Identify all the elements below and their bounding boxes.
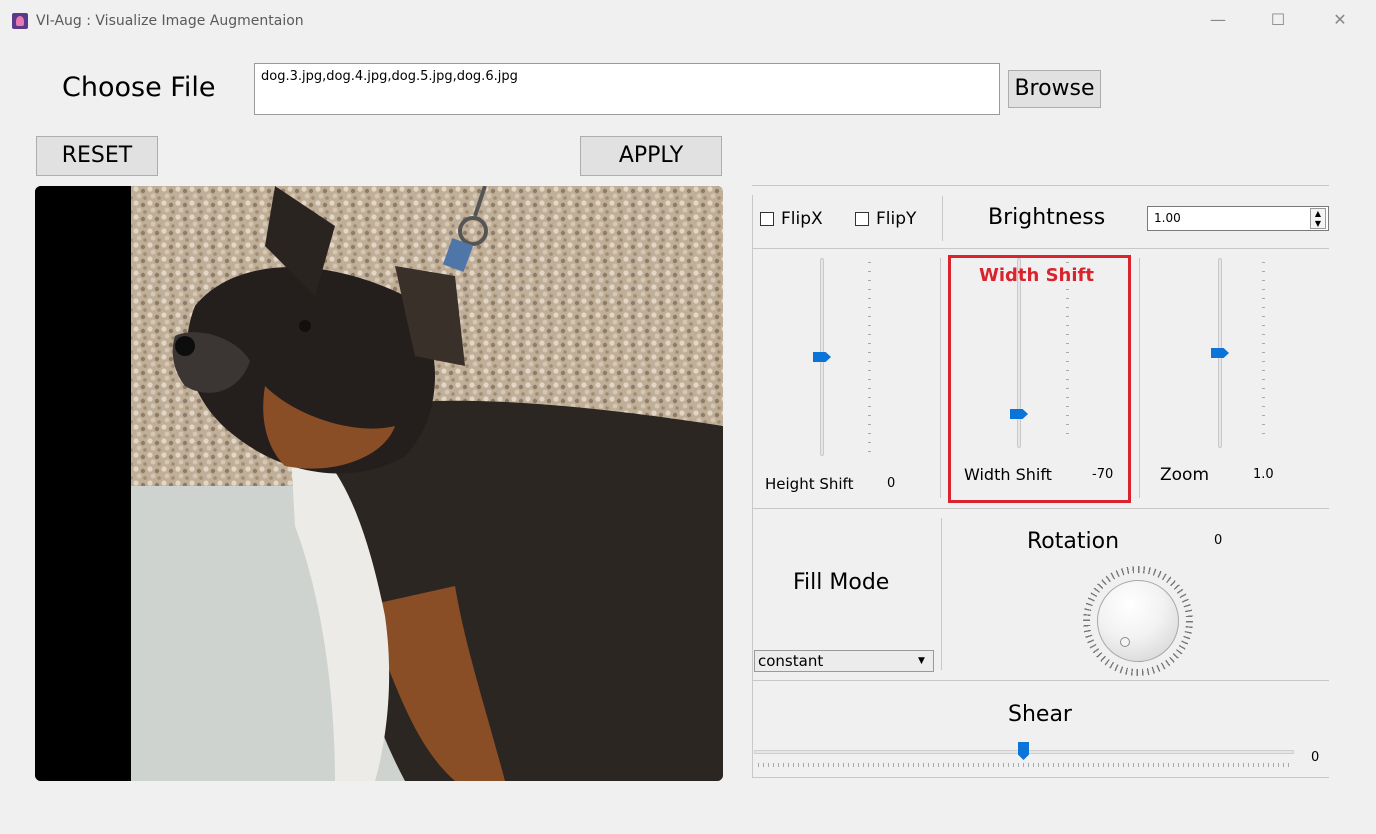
spin-arrows-icon[interactable]: ▲ ▼	[1310, 208, 1326, 229]
flipy-label: FlipY	[876, 209, 917, 229]
file-path-input[interactable]: dog.3.jpg,dog.4.jpg,dog.5.jpg,dog.6.jpg	[254, 63, 1000, 115]
brightness-spinbox[interactable]: 1.00	[1147, 206, 1329, 231]
apply-button[interactable]: APPLY	[580, 136, 722, 176]
height-shift-label: Height Shift	[765, 475, 854, 493]
panel-divider-top	[752, 185, 1329, 186]
width-shift-highlight-label: Width Shift	[979, 265, 1094, 286]
window-title: VI-Aug : Visualize Image Augmentaion	[36, 13, 304, 29]
shear-value: 0	[1311, 750, 1320, 765]
maximize-button[interactable]: ☐	[1268, 10, 1288, 30]
fill-mode-select[interactable]: constant	[754, 650, 934, 672]
flipx-checkbox[interactable]	[760, 212, 774, 226]
zoom-label: Zoom	[1160, 465, 1210, 485]
panel-divider	[940, 258, 941, 498]
rotation-dial-indicator	[1120, 637, 1130, 647]
flipx-label: FlipX	[781, 209, 823, 229]
minimize-button[interactable]: —	[1208, 10, 1228, 30]
shear-handle[interactable]	[1018, 742, 1029, 760]
reset-button[interactable]: RESET	[36, 136, 158, 176]
close-button[interactable]: ✕	[1330, 10, 1350, 30]
width-shift-highlight-box	[948, 255, 1131, 503]
shear-label: Shear	[1008, 702, 1072, 727]
panel-divider	[752, 508, 1329, 509]
panel-divider-left	[752, 195, 753, 777]
zoom-value: 1.0	[1253, 467, 1274, 482]
height-shift-ticks	[868, 262, 871, 452]
flipy-checkbox[interactable]	[855, 212, 869, 226]
height-shift-handle[interactable]	[813, 352, 831, 362]
rotation-value: 0	[1214, 533, 1223, 548]
panel-divider	[1139, 258, 1140, 498]
image-preview	[35, 186, 723, 781]
app-icon	[12, 13, 28, 29]
panel-divider	[941, 518, 942, 670]
height-shift-value: 0	[887, 476, 896, 491]
rotation-label: Rotation	[1027, 529, 1120, 554]
fill-mode-label: Fill Mode	[793, 570, 890, 595]
zoom-ticks	[1262, 262, 1265, 442]
shear-ticks	[758, 763, 1290, 767]
choose-file-label: Choose File	[62, 72, 216, 103]
rotation-dial[interactable]	[1097, 580, 1179, 662]
panel-divider	[752, 680, 1329, 681]
brightness-label: Brightness	[988, 205, 1106, 230]
panel-divider-bottom	[752, 777, 1329, 778]
dog-photo	[35, 186, 723, 781]
panel-divider	[942, 196, 943, 241]
browse-button[interactable]: Browse	[1008, 70, 1101, 108]
chevron-down-icon[interactable]: ▼	[918, 656, 925, 666]
zoom-handle[interactable]	[1211, 348, 1229, 358]
panel-divider	[752, 248, 1329, 249]
